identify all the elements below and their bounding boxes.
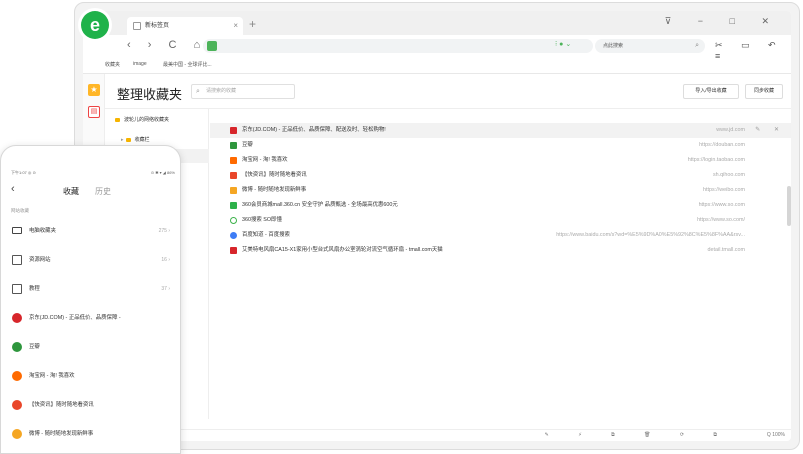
- search-placeholder: 请搜索的收藏: [206, 88, 237, 94]
- list-item[interactable]: 百度知道 - 百度搜索 https://www.baidu.com/s?wd=%…: [210, 228, 791, 243]
- phone-status-bar: 下午1:07 ◎ ⊙ ⊙ ✱ ▾ ◢ 86%: [11, 170, 175, 176]
- browser-window: 新标签页 × + ⊽ − □ ✕ ‹ › C ⌂ ⁝ ● ⌄ 点此搜索 ⌕ ✂ …: [83, 11, 791, 441]
- list-item[interactable]: 资源网站 16 ›: [1, 247, 180, 273]
- page-title: 整理收藏夹: [117, 87, 183, 102]
- tab-bookmarks[interactable]: 收藏: [63, 186, 79, 197]
- history-icon[interactable]: ▤: [88, 106, 100, 118]
- nav-buttons[interactable]: ‹ › C ⌂: [127, 39, 207, 51]
- navigation-bar: ‹ › C ⌂ ⁝ ● ⌄ 点此搜索 ⌕ ✂ ▭ ↶ ≡: [83, 35, 791, 61]
- taobao-icon: [12, 371, 22, 381]
- taobao-icon: [230, 157, 237, 164]
- edit-delete-icons[interactable]: ✎ ✕: [755, 123, 785, 138]
- bookmark-item[interactable]: 收藏夹: [105, 61, 120, 68]
- list-item[interactable]: 艾美特电风扇CA15-X1家用小型台式风扇办公室涡轮对流空气循环扇 - tmal…: [210, 243, 791, 258]
- security-icon: [207, 41, 217, 51]
- bookmark-item[interactable]: image: [133, 61, 147, 67]
- scrollbar[interactable]: [787, 186, 791, 226]
- tab-new[interactable]: 新标签页 ×: [127, 17, 243, 35]
- computer-icon: [12, 227, 22, 234]
- search-icon: ⌕: [196, 88, 200, 95]
- window-controls[interactable]: ⊽ − □ ✕: [665, 16, 781, 27]
- bookmark-search-input[interactable]: ⌕ 请搜索的收藏: [191, 84, 295, 99]
- folder-icon: [12, 284, 22, 294]
- zoom-level[interactable]: Q 100%: [767, 432, 785, 438]
- back-icon[interactable]: ‹: [11, 183, 15, 195]
- folder-icon: [125, 137, 131, 142]
- list-item[interactable]: 微博 - 随时随地发现新鲜事: [1, 421, 180, 447]
- jd-icon: [230, 127, 237, 134]
- status-bar: ✎ ⚡ ⧉ 🗑 ⟳ ⧉ Q 100%: [83, 429, 791, 441]
- address-bar[interactable]: ⁝ ● ⌄: [203, 39, 593, 53]
- list-item[interactable]: 京东(JD.COM) - 正品低价、品质保障、配送及时、轻松购物! www.jd…: [210, 123, 791, 138]
- list-item[interactable]: 360搜索 SO即懂 https://www.so.com/: [210, 213, 791, 228]
- folder-icon: [12, 255, 22, 265]
- status-left: 下午1:07 ◎ ⊙: [11, 170, 36, 175]
- expand-icon[interactable]: ▸: [121, 137, 124, 143]
- import-export-button[interactable]: 导入/导出收藏: [683, 84, 739, 99]
- phone-frame: 下午1:07 ◎ ⊙ ⊙ ✱ ▾ ◢ 86% ‹ 收藏 历史 网站收藏 电脑收藏…: [0, 145, 181, 454]
- tab-title: 新标签页: [145, 23, 170, 29]
- section-label: 网站收藏: [11, 208, 29, 213]
- weibo-icon: [12, 429, 22, 439]
- list-item[interactable]: 豆瓣: [1, 334, 180, 360]
- extension-icon[interactable]: ⁝ ● ⌄: [555, 40, 571, 48]
- tab-history[interactable]: 历史: [95, 186, 111, 197]
- list-item[interactable]: 电脑收藏夹 275 ›: [1, 218, 180, 244]
- douban-icon: [12, 342, 22, 352]
- title-bar: 新标签页 × + ⊽ − □ ✕: [83, 11, 791, 35]
- bookmark-list: 京东(JD.COM) - 正品低价、品质保障、配送及时、轻松购物! www.jd…: [210, 123, 791, 258]
- bookmark-item[interactable]: 最美中国 - 全球评比...: [163, 61, 212, 68]
- weibo-icon: [230, 187, 237, 194]
- list-item[interactable]: 【快资讯】随时随地看资讯 sh.qihoo.com: [210, 168, 791, 183]
- list-item[interactable]: 京东(JD.COM) - 正品低价、品质保障 -: [1, 305, 180, 331]
- search-placeholder: 点此搜索: [603, 43, 624, 49]
- page-icon: [133, 22, 141, 30]
- kuai-icon: [230, 172, 237, 179]
- jd-icon: [12, 313, 22, 323]
- list-item[interactable]: 淘宝网 - 淘! 我喜欢 https://login.taobao.com: [210, 153, 791, 168]
- tree-root[interactable]: 波轮儿的网络收藏夹: [105, 113, 209, 127]
- list-item[interactable]: 教程 37 ›: [1, 276, 180, 302]
- search-icon[interactable]: ⌕: [695, 39, 699, 53]
- sync-button[interactable]: 同步收藏: [745, 84, 783, 99]
- douban-icon: [230, 142, 237, 149]
- tmall-icon: [230, 247, 237, 254]
- divider: [83, 73, 791, 74]
- list-item[interactable]: 微博 - 随时随地发现新鲜事 https://weibo.com: [210, 183, 791, 198]
- status-icons[interactable]: ✎ ⚡ ⧉ 🗑 ⟳ ⧉: [545, 432, 731, 438]
- baidu-icon: [230, 232, 237, 239]
- status-right: ⊙ ✱ ▾ ◢ 86%: [150, 170, 175, 175]
- new-tab-button[interactable]: +: [249, 17, 256, 31]
- list-item[interactable]: 豆瓣 https://douban.com: [210, 138, 791, 153]
- search-box[interactable]: 点此搜索 ⌕: [595, 39, 705, 53]
- list-item[interactable]: 【快资讯】随时随地看资讯: [1, 392, 180, 418]
- laptop-frame: 新标签页 × + ⊽ − □ ✕ ‹ › C ⌂ ⁝ ● ⌄ 点此搜索 ⌕ ✂ …: [74, 2, 800, 450]
- list-item[interactable]: 淘宝网 - 淘! 我喜欢: [1, 363, 180, 389]
- kuai-icon: [12, 400, 22, 410]
- so360-icon: [230, 217, 237, 224]
- favorites-star-icon[interactable]: ★: [88, 84, 100, 96]
- phone-header: ‹ 收藏 历史: [1, 180, 180, 202]
- mall360-icon: [230, 202, 237, 209]
- list-item[interactable]: 360会员商城mall.360.cn 安全守护 品质甄选 - 全场最高优惠600…: [210, 198, 791, 213]
- bookmarks-bar: 收藏夹 image 最美中国 - 全球评比...: [83, 57, 791, 73]
- folder-icon: [115, 117, 120, 122]
- close-tab-icon[interactable]: ×: [233, 17, 238, 35]
- browser-logo-icon: e: [81, 11, 109, 39]
